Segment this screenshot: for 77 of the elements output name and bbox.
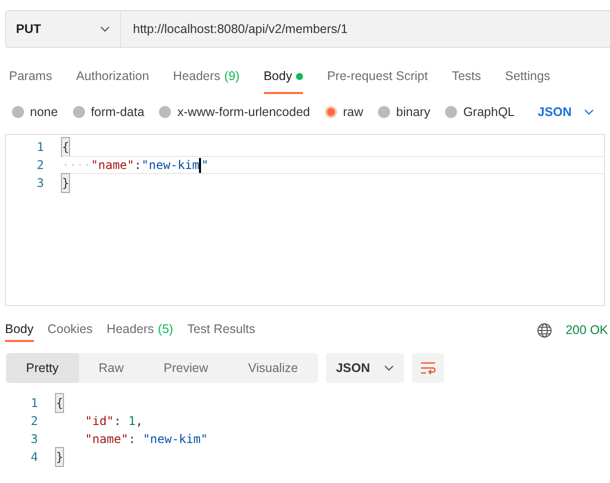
view-mode-tab[interactable]: Preview [144,353,228,383]
code-token: "new-kim" [142,431,208,448]
line-number: 2 [36,157,45,174]
globe-icon[interactable] [536,322,552,338]
request-body-editor[interactable]: 1 { 2 ····"name":"new-kim " 3 } [5,134,605,306]
whitespace-dots: ···· [62,157,91,174]
code-token: 1 [128,413,136,430]
tab-label: Tests [452,68,481,85]
chevron-down-icon [384,365,394,371]
text-cursor [199,158,202,172]
code-token: : [114,413,122,430]
brace: } [56,448,64,466]
code-token: "name" [85,431,128,448]
radio-button[interactable] [445,106,458,118]
tab-label: Authorization [76,68,150,85]
view-mode-tab[interactable]: Raw [78,353,144,383]
brace: { [56,394,64,412]
view-mode-tab[interactable]: Pretty [6,353,79,383]
brace: { [62,138,70,156]
line-number: 4 [30,449,39,466]
tab-label: Cookies [48,320,93,338]
code-token: : [128,431,137,448]
line-number: 1 [30,395,39,412]
radio-label: none [30,104,58,121]
brace: } [62,174,70,192]
line-number: 3 [36,175,45,192]
radio-button[interactable] [72,106,85,118]
tab-count: (9) [224,68,240,85]
tab-label: Headers [106,320,154,338]
code-token: "name" [90,157,134,174]
format-dropdown[interactable]: JSON [538,102,594,122]
tab-label: Body [264,68,292,85]
status-code: 200 OK [566,322,609,339]
radio-label: binary [396,104,430,121]
line-number: 3 [30,431,39,448]
response-tab[interactable]: Body [5,318,34,342]
line-number: 1 [36,139,45,156]
method-select[interactable]: PUT [5,10,121,48]
chevron-down-icon [584,109,594,115]
tab-label: Body [5,320,34,338]
tab-label: Test Results [187,320,256,338]
request-tab[interactable]: Pre-request Script [327,60,428,94]
request-tab[interactable]: Settings [505,60,550,94]
code-token: , [136,413,143,430]
radio-label: raw [343,104,364,121]
code-token: " [201,157,209,174]
request-tab[interactable]: Body [264,60,304,94]
wrap-lines-button[interactable] [412,353,444,383]
request-tab[interactable]: Authorization [76,60,150,94]
view-mode-tab[interactable]: Visualize [228,353,318,383]
request-tab[interactable]: Tests [452,60,481,94]
radio-button[interactable] [378,106,390,118]
wrap-lines-icon [420,361,436,375]
tab-label: Headers [173,68,220,85]
method-label: PUT [16,20,41,38]
code-token: : [134,157,142,174]
response-format-dropdown[interactable]: JSON [326,353,404,383]
response-tab[interactable]: Cookies [48,318,93,342]
code-token: "new-kim [142,157,200,174]
code-token: "id" [85,413,114,430]
radio-label: form-data [90,104,144,121]
radio-button[interactable] [159,106,172,118]
radio-label: x-www-form-urlencoded [177,104,310,121]
tab-label: Params [9,68,52,85]
chevron-down-icon [100,26,110,32]
line-number: 2 [30,413,39,430]
tab-label: Pre-request Script [327,68,428,85]
radio-button[interactable] [325,106,337,118]
response-tab[interactable]: Test Results [187,318,256,342]
tab-label: Settings [505,68,550,85]
request-tab[interactable]: Headers (9) [173,60,240,94]
radio-label: GraphQL [463,104,515,121]
url-field[interactable]: http://localhost:8080/api/v2/members/1 [121,10,610,48]
response-tab[interactable]: Headers (5) [106,318,174,342]
request-tab[interactable]: Params [9,60,52,94]
radio-button[interactable] [12,106,24,118]
tab-count: (5) [158,320,174,338]
